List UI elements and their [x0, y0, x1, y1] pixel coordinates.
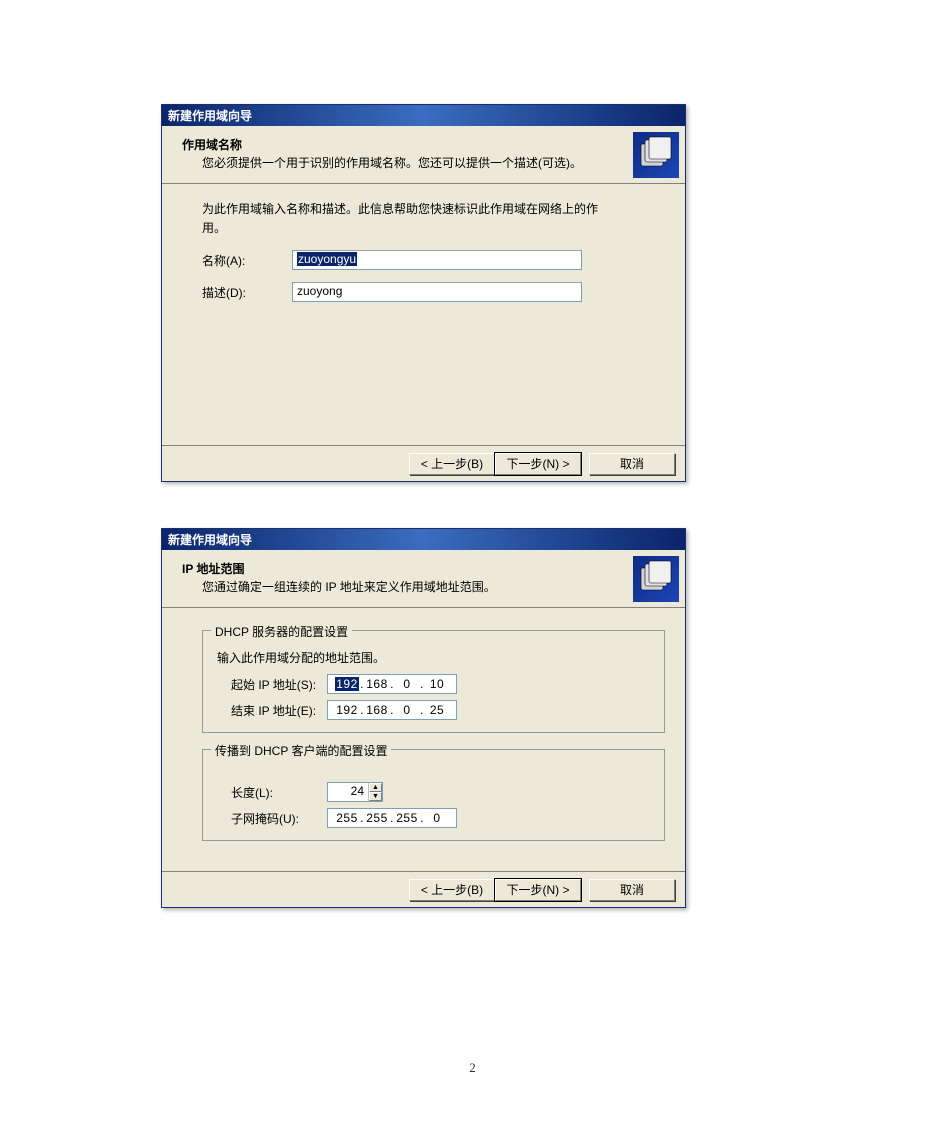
group-legend: DHCP 服务器的配置设置 — [211, 623, 352, 640]
ip-octet-1[interactable]: 192 — [335, 703, 359, 717]
ip-octet-1[interactable]: 255 — [335, 811, 359, 825]
description-label: 描述(D): — [202, 284, 292, 301]
description-input-value: zuoyong — [297, 284, 342, 298]
wizard-header-icon — [633, 132, 679, 178]
back-button[interactable]: < 上一步(B) — [409, 879, 495, 901]
ip-octet-4[interactable]: 10 — [425, 677, 449, 691]
wizard-footer: < 上一步(B) 下一步(N) > 取消 — [162, 871, 685, 907]
length-spinner[interactable]: 24 ▲ ▼ — [327, 782, 383, 802]
dialog-titlebar[interactable]: 新建作用域向导 — [162, 529, 685, 550]
description-input[interactable]: zuoyong — [292, 282, 582, 302]
wizard-header-subtitle: 您必须提供一个用于识别的作用域名称。您还可以提供一个描述(可选)。 — [202, 154, 582, 171]
ip-octet-1[interactable]: 192 — [335, 677, 359, 691]
ip-octet-3[interactable]: 255 — [395, 811, 419, 825]
start-ip-label: 起始 IP 地址(S): — [217, 676, 327, 693]
wizard-footer: < 上一步(B) 下一步(N) > 取消 — [162, 445, 685, 481]
length-label: 长度(L): — [217, 784, 327, 801]
back-button[interactable]: < 上一步(B) — [409, 453, 495, 475]
group-instruction: 输入此作用域分配的地址范围。 — [217, 649, 650, 666]
subnet-mask-input[interactable]: 255. 255. 255. 0 — [327, 808, 457, 828]
spinner-up-icon[interactable]: ▲ — [369, 783, 382, 792]
next-button[interactable]: 下一步(N) > — [495, 453, 581, 475]
start-ip-input[interactable]: 192. 168. 0. 10 — [327, 674, 457, 694]
name-input[interactable]: zuoyongyu — [292, 250, 582, 270]
next-button[interactable]: 下一步(N) > — [495, 879, 581, 901]
wizard-header: IP 地址范围 您通过确定一组连续的 IP 地址来定义作用域地址范围。 — [162, 550, 685, 608]
ip-octet-3[interactable]: 0 — [395, 677, 419, 691]
dialog-title: 新建作用域向导 — [168, 107, 252, 124]
end-ip-input[interactable]: 192. 168. 0. 25 — [327, 700, 457, 720]
length-value[interactable]: 24 — [328, 783, 368, 801]
instruction-text: 为此作用域输入名称和描述。此信息帮助您快速标识此作用域在网络上的作用。 — [202, 200, 605, 238]
wizard-header: 作用域名称 您必须提供一个用于识别的作用域名称。您还可以提供一个描述(可选)。 — [162, 126, 685, 184]
scope-name-wizard-dialog: 新建作用域向导 作用域名称 您必须提供一个用于识别的作用域名称。您还可以提供一个… — [161, 104, 686, 482]
wizard-header-icon — [633, 556, 679, 602]
ip-octet-2[interactable]: 168 — [365, 703, 389, 717]
dialog-title: 新建作用域向导 — [168, 531, 252, 548]
spinner-down-icon[interactable]: ▼ — [369, 792, 382, 801]
ip-octet-2[interactable]: 168 — [365, 677, 389, 691]
end-ip-label: 结束 IP 地址(E): — [217, 702, 327, 719]
ip-octet-4[interactable]: 25 — [425, 703, 449, 717]
wizard-content: DHCP 服务器的配置设置 输入此作用域分配的地址范围。 起始 IP 地址(S)… — [162, 608, 685, 871]
wizard-header-subtitle: 您通过确定一组连续的 IP 地址来定义作用域地址范围。 — [202, 578, 496, 595]
name-input-value: zuoyongyu — [297, 252, 357, 266]
name-label: 名称(A): — [202, 252, 292, 269]
dhcp-server-config-group: DHCP 服务器的配置设置 输入此作用域分配的地址范围。 起始 IP 地址(S)… — [202, 630, 665, 733]
wizard-content: 为此作用域输入名称和描述。此信息帮助您快速标识此作用域在网络上的作用。 名称(A… — [162, 184, 685, 445]
cancel-button[interactable]: 取消 — [589, 453, 675, 475]
ip-octet-2[interactable]: 255 — [365, 811, 389, 825]
ip-octet-3[interactable]: 0 — [395, 703, 419, 717]
page-number: 2 — [0, 1060, 945, 1076]
wizard-header-title: 作用域名称 — [182, 136, 242, 153]
subnet-mask-label: 子网掩码(U): — [217, 810, 327, 827]
ip-octet-4[interactable]: 0 — [425, 811, 449, 825]
ip-range-wizard-dialog: 新建作用域向导 IP 地址范围 您通过确定一组连续的 IP 地址来定义作用域地址… — [161, 528, 686, 908]
group-legend: 传播到 DHCP 客户端的配置设置 — [211, 742, 391, 759]
dhcp-client-config-group: 传播到 DHCP 客户端的配置设置 长度(L): 24 ▲ ▼ 子网掩码(U):… — [202, 749, 665, 841]
cancel-button[interactable]: 取消 — [589, 879, 675, 901]
wizard-header-title: IP 地址范围 — [182, 560, 244, 577]
dialog-titlebar[interactable]: 新建作用域向导 — [162, 105, 685, 126]
